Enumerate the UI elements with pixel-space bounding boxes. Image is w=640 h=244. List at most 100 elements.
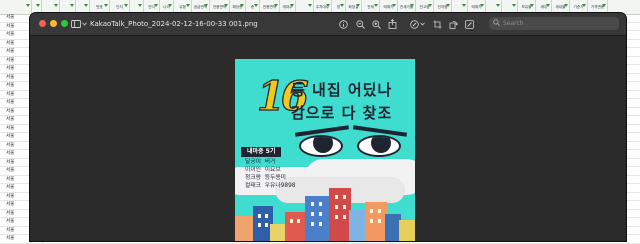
region-cell[interactable]: 서울 xyxy=(0,235,32,243)
region-cell[interactable]: 서울 xyxy=(0,158,32,166)
filter-dropdown-icon[interactable] xyxy=(446,4,450,7)
region-cell[interactable]: 서울 xyxy=(0,209,32,217)
zoom-in-icon[interactable] xyxy=(371,18,381,30)
filter-dropdown-icon[interactable] xyxy=(36,4,40,7)
filter-dropdown-icon[interactable] xyxy=(374,4,378,7)
region-cell[interactable]: 서울 xyxy=(0,90,32,98)
column-header[interactable]: 매매가 xyxy=(380,0,398,14)
column-header[interactable]: 전저점 xyxy=(434,0,452,14)
crop-icon[interactable] xyxy=(432,18,442,30)
filter-dropdown-icon[interactable] xyxy=(356,4,360,7)
column-header[interactable]: 전세가율 xyxy=(398,0,416,14)
filter-dropdown-icon[interactable] xyxy=(392,4,396,7)
column-header[interactable]: 전용면적 xyxy=(210,0,230,14)
column-header[interactable]: 세대 xyxy=(536,0,552,14)
region-cell[interactable]: 서울 xyxy=(0,99,32,107)
filter-dropdown-icon[interactable] xyxy=(480,4,484,7)
fullscreen-window-button[interactable] xyxy=(61,20,68,27)
filter-dropdown-icon[interactable] xyxy=(428,4,432,7)
filter-dropdown-icon[interactable] xyxy=(410,4,414,7)
region-cell[interactable]: 서울 xyxy=(0,116,32,124)
annotate-icon[interactable] xyxy=(464,18,474,30)
filter-dropdown-icon[interactable] xyxy=(254,4,258,7)
filter-dropdown-icon[interactable] xyxy=(54,4,58,7)
region-cell[interactable]: 서울 xyxy=(0,201,32,209)
column-header[interactable] xyxy=(42,0,60,14)
filter-dropdown-icon[interactable] xyxy=(582,4,586,7)
region-cell[interactable]: 서울 xyxy=(0,218,32,226)
column-header[interactable] xyxy=(486,0,502,14)
info-icon[interactable] xyxy=(338,18,348,30)
sidebar-icon[interactable] xyxy=(70,18,81,30)
region-cell[interactable]: 서울 xyxy=(0,48,32,56)
filter-dropdown-icon[interactable] xyxy=(224,4,228,7)
region-cell[interactable]: 서울 xyxy=(0,56,32,64)
region-cell[interactable]: 서울 xyxy=(0,107,32,115)
column-header[interactable]: 매매가 xyxy=(468,0,486,14)
minimize-window-button[interactable] xyxy=(50,20,57,27)
chevron-down-icon[interactable] xyxy=(81,18,88,30)
filter-dropdown-icon[interactable] xyxy=(70,4,74,7)
region-cell[interactable]: 서울 xyxy=(0,22,32,30)
region-cell[interactable]: 서울 xyxy=(0,133,32,141)
filter-dropdown-icon[interactable] xyxy=(104,4,108,7)
filter-dropdown-icon[interactable] xyxy=(530,4,534,7)
column-header[interactable]: 전용면적 xyxy=(260,0,280,14)
column-header[interactable]: 해당층 xyxy=(230,0,246,14)
column-header[interactable]: 공급면적 xyxy=(192,0,210,14)
region-cell[interactable]: 서울 xyxy=(0,150,32,158)
markup-chevron-icon[interactable] xyxy=(419,18,425,30)
region-cell[interactable]: 서울 xyxy=(0,141,32,149)
filter-dropdown-icon[interactable] xyxy=(564,4,568,7)
filter-dropdown-icon[interactable] xyxy=(240,4,244,7)
search-field[interactable]: Search xyxy=(489,17,619,30)
filter-dropdown-icon[interactable] xyxy=(496,4,500,7)
column-header[interactable] xyxy=(76,0,90,14)
column-header[interactable]: 보유율 xyxy=(518,0,536,14)
close-window-button[interactable] xyxy=(39,20,46,27)
markup-pen-icon[interactable] xyxy=(409,18,419,30)
filter-dropdown-icon[interactable] xyxy=(274,4,278,7)
column-header[interactable]: 단지 xyxy=(110,0,130,14)
share-icon[interactable] xyxy=(387,18,397,30)
column-header[interactable] xyxy=(502,0,518,14)
region-cell[interactable]: 서울 xyxy=(0,73,32,81)
region-cell[interactable]: 서울 xyxy=(0,31,32,39)
column-header[interactable] xyxy=(32,0,42,14)
filter-dropdown-icon[interactable] xyxy=(546,4,550,7)
region-cell[interactable]: 서울 xyxy=(0,39,32,47)
filter-dropdown-icon[interactable] xyxy=(204,4,208,7)
column-header[interactable] xyxy=(0,0,32,14)
region-cell[interactable]: 서울 xyxy=(0,65,32,73)
column-header[interactable]: 유형 xyxy=(174,0,192,14)
filter-dropdown-icon[interactable] xyxy=(308,4,312,7)
column-header[interactable] xyxy=(60,0,76,14)
column-header[interactable]: 전고점 xyxy=(416,0,434,14)
column-header[interactable]: 세대수 xyxy=(280,0,296,14)
column-header[interactable]: 방 xyxy=(332,0,346,14)
filter-dropdown-icon[interactable] xyxy=(326,4,330,7)
filter-dropdown-icon[interactable] xyxy=(290,4,294,7)
column-header[interactable] xyxy=(130,0,144,14)
region-cell[interactable]: 서울 xyxy=(0,167,32,175)
column-header[interactable]: 세대율 xyxy=(552,0,570,14)
region-cell[interactable]: 서울 xyxy=(0,175,32,183)
filter-dropdown-icon[interactable] xyxy=(26,4,30,7)
column-header[interactable]: 나이 xyxy=(160,0,174,14)
filter-dropdown-icon[interactable] xyxy=(124,4,128,7)
region-cell[interactable]: 서울 xyxy=(0,226,32,234)
column-header[interactable]: 기준가 xyxy=(570,0,588,14)
filter-dropdown-icon[interactable] xyxy=(340,4,344,7)
region-cell[interactable]: 서울 xyxy=(0,82,32,90)
column-header[interactable]: 층 xyxy=(246,0,260,14)
region-cell[interactable]: 서울 xyxy=(0,184,32,192)
filter-dropdown-icon[interactable] xyxy=(138,4,142,7)
column-header[interactable]: 전세 xyxy=(362,0,380,14)
column-header[interactable] xyxy=(452,0,468,14)
filter-dropdown-icon[interactable] xyxy=(154,4,158,7)
column-header[interactable]: 가격변동 xyxy=(588,0,608,14)
column-header[interactable]: 화장실 xyxy=(346,0,362,14)
region-cell[interactable]: 서울 xyxy=(0,192,32,200)
filter-dropdown-icon[interactable] xyxy=(84,4,88,7)
filter-dropdown-icon[interactable] xyxy=(602,4,606,7)
